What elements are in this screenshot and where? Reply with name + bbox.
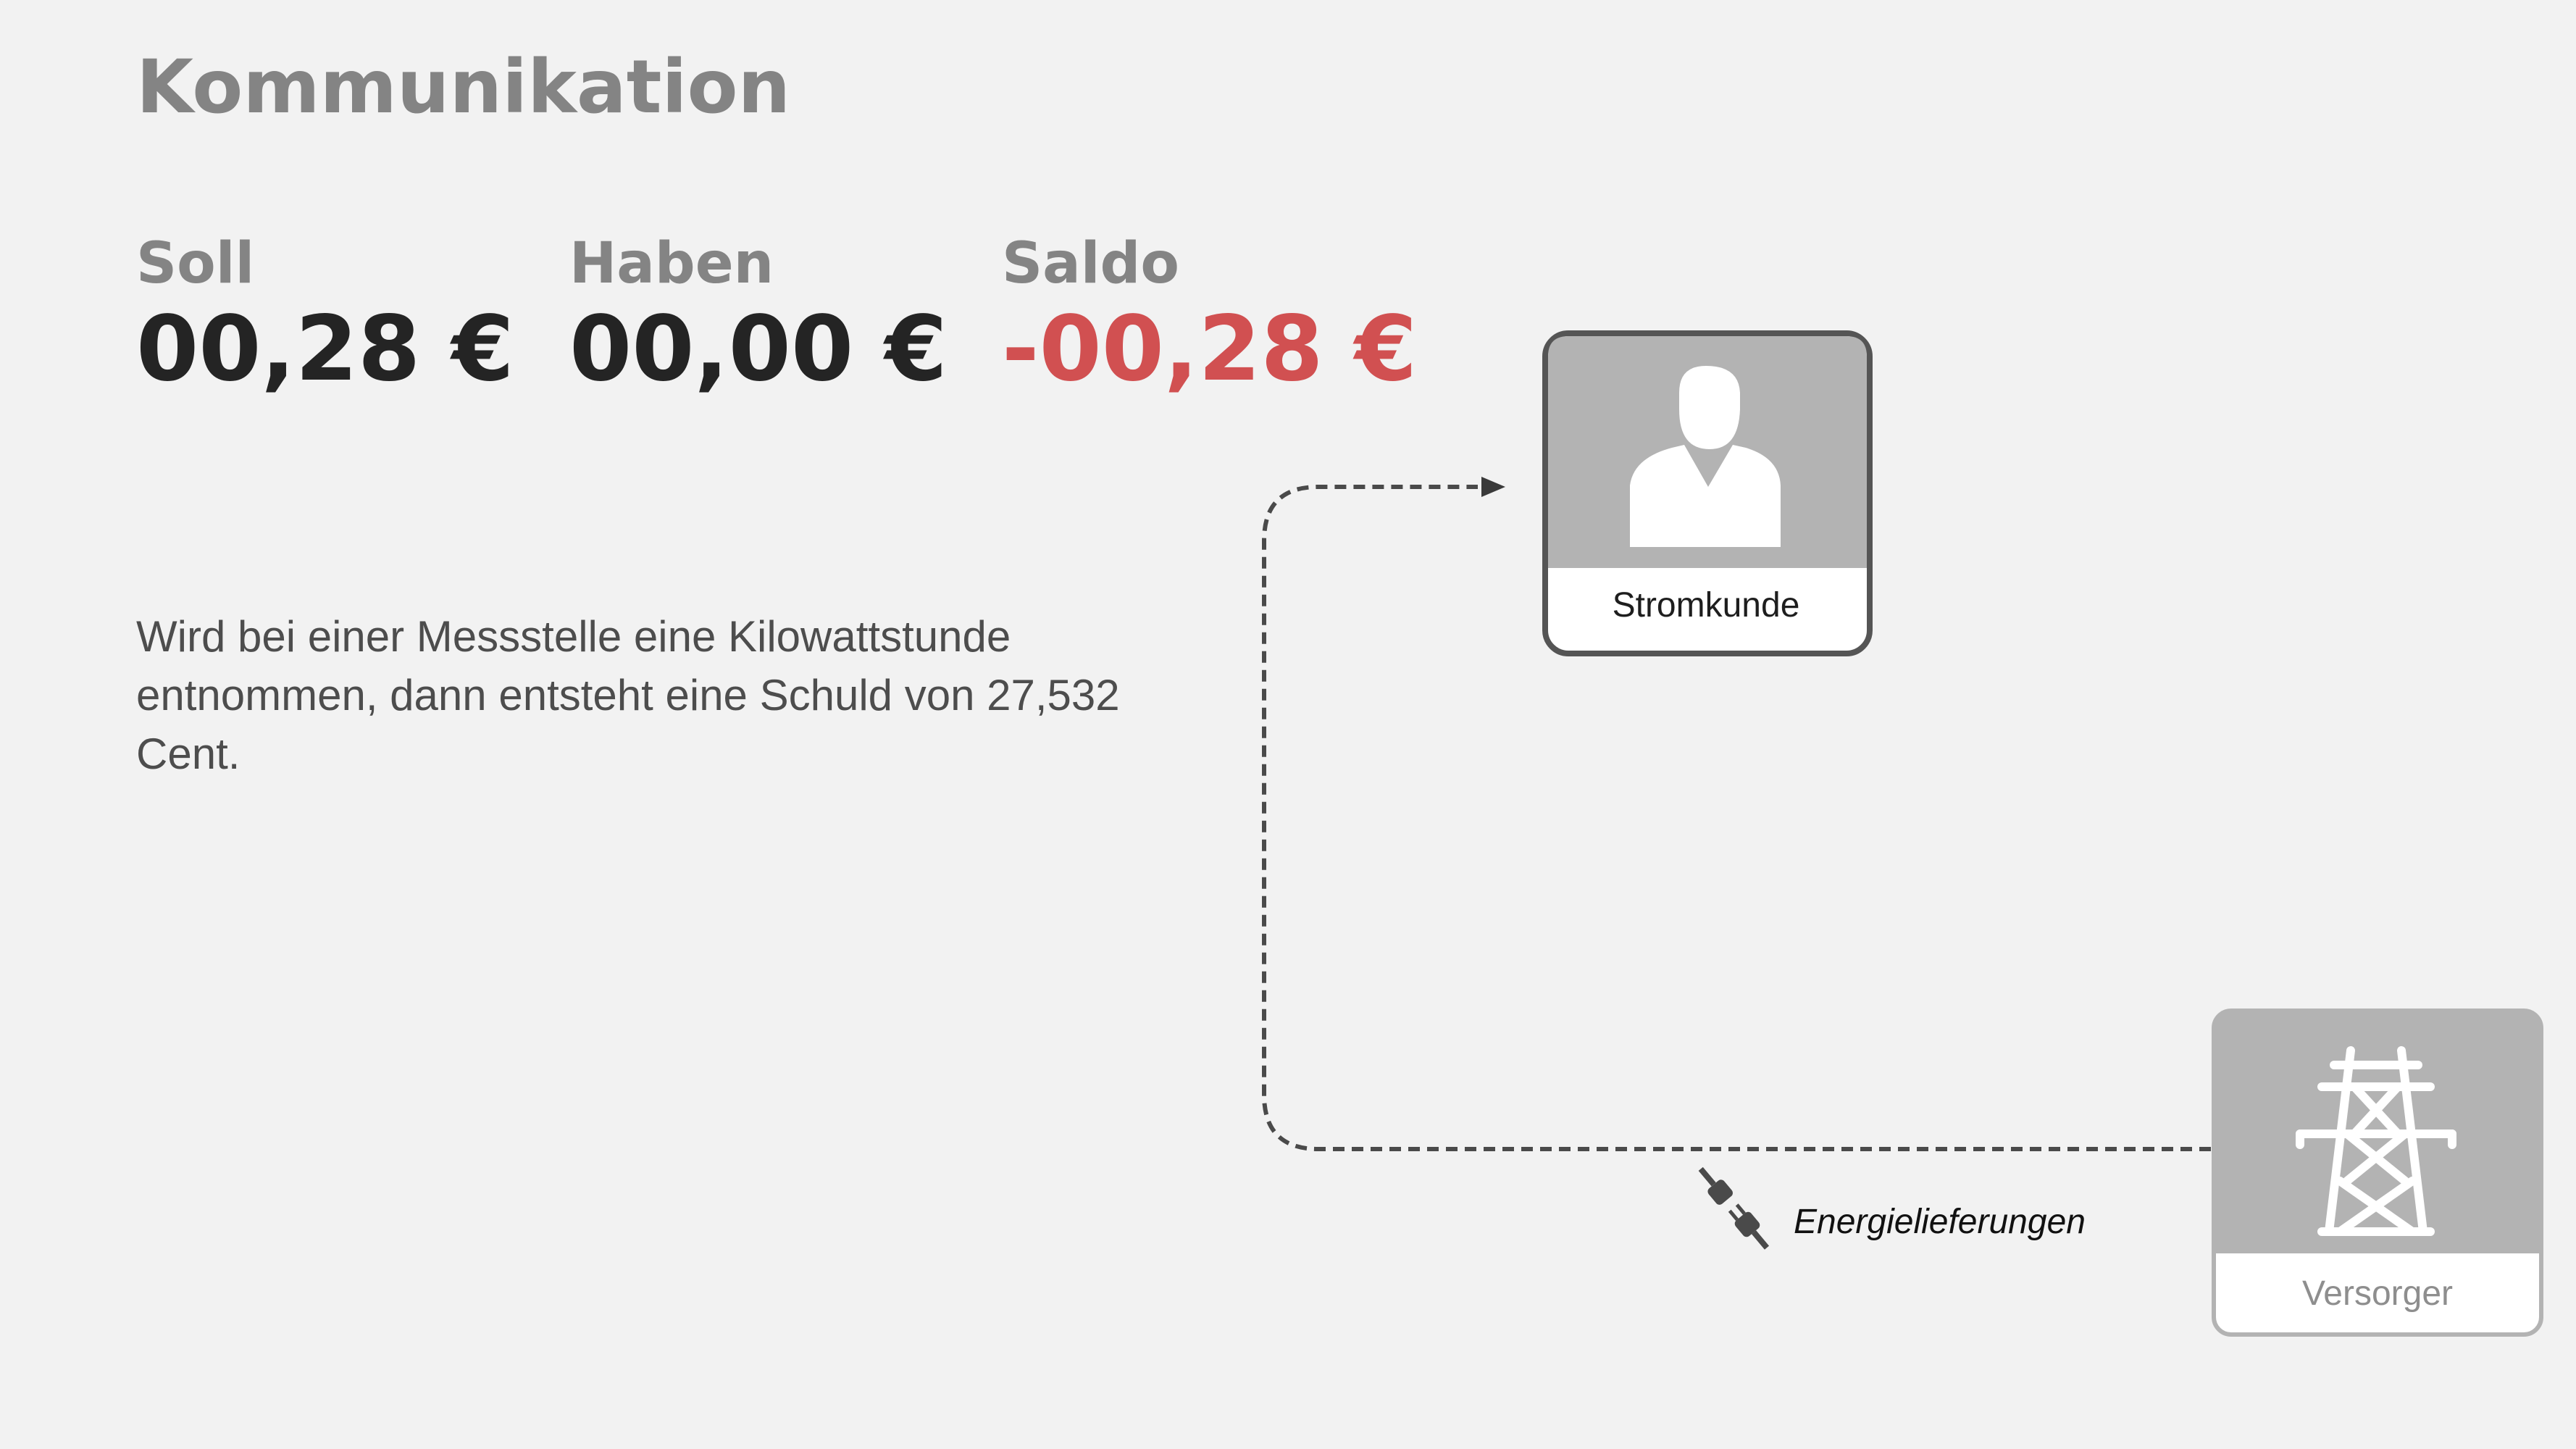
flow-diagram bbox=[1262, 330, 2543, 1337]
arrow-head-icon bbox=[1481, 477, 1505, 497]
versorger-label: Versorger bbox=[2301, 1274, 2454, 1313]
stromkunde-label: Stromkunde bbox=[1612, 586, 1800, 625]
plug-icon bbox=[1698, 1166, 1770, 1250]
energy-flow-label: Energielieferungen bbox=[1794, 1203, 2086, 1241]
